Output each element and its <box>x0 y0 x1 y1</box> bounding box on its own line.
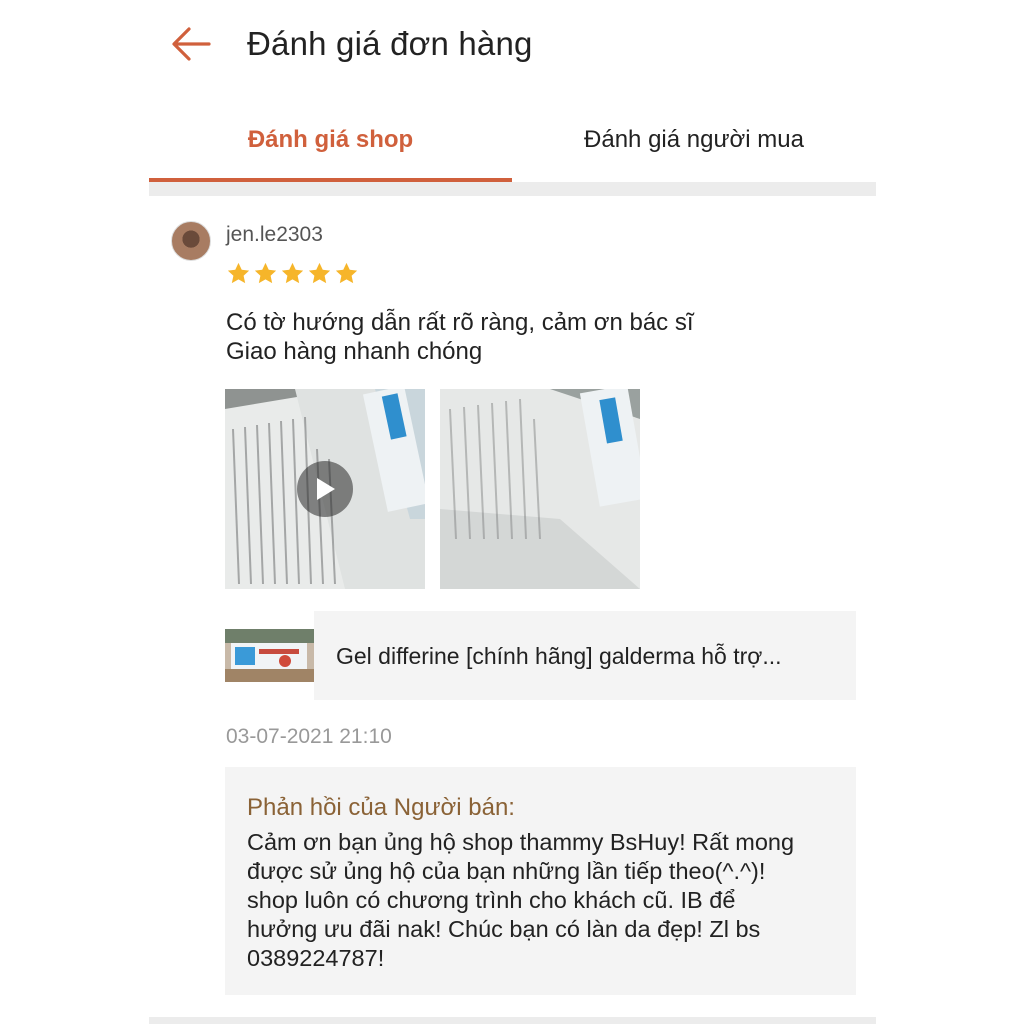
seller-reply-title: Phản hồi của Người bán: <box>247 794 515 821</box>
play-icon <box>317 478 335 500</box>
star-icon <box>308 262 331 284</box>
product-photo <box>225 629 314 682</box>
tab-shop-reviews[interactable]: Đánh giá shop <box>149 120 512 160</box>
reviewer-username: jen.le2303 <box>226 223 323 246</box>
seller-reply-line: shop luôn có chương trình cho khách cũ. … <box>247 887 736 913</box>
paper-photo <box>440 389 640 589</box>
tab-buyer-reviews[interactable]: Đánh giá người mua <box>512 120 876 160</box>
star-icon <box>227 262 250 284</box>
play-button[interactable] <box>297 461 353 517</box>
star-icon <box>335 262 358 284</box>
seller-reply-text: Cảm ơn bạn ủng hộ shop thammy BsHuy! Rất… <box>247 828 847 973</box>
review-image-thumbnail[interactable] <box>440 389 640 589</box>
seller-reply-line: Cảm ơn bạn ủng hộ shop thammy BsHuy! Rất… <box>247 829 795 855</box>
seller-reply-box: Phản hồi của Người bán: Cảm ơn bạn ủng h… <box>225 767 856 995</box>
product-thumbnail[interactable] <box>225 629 314 682</box>
section-divider <box>149 1017 876 1024</box>
product-link-card[interactable]: Gel differine [chính hãng] galderma hỗ t… <box>314 611 856 700</box>
avatar[interactable] <box>171 221 211 261</box>
back-button[interactable] <box>169 24 213 64</box>
review-comment-line: Giao hàng nhanh chóng <box>226 338 483 365</box>
review-comment-line: Có tờ hướng dẫn rất rõ ràng, cảm ơn bác … <box>226 309 694 336</box>
order-review-screen: Đánh giá đơn hàng Đánh giá shop Đánh giá… <box>149 0 876 1024</box>
seller-reply-line: hưởng ưu đãi nak! Chúc bạn có làn da đẹp… <box>247 916 761 942</box>
arrow-left-icon <box>172 27 211 61</box>
seller-reply-line: được sử ủng hộ của bạn những lần tiếp th… <box>247 858 766 884</box>
product-name: Gel differine [chính hãng] galderma hỗ t… <box>336 643 782 669</box>
star-icon <box>281 262 304 284</box>
star-icon <box>254 262 277 284</box>
review-video-thumbnail[interactable] <box>225 389 425 589</box>
section-divider <box>149 182 876 196</box>
review-comment: Có tờ hướng dẫn rất rõ ràng, cảm ơn bác … <box>226 308 694 366</box>
star-rating <box>226 261 359 287</box>
review-timestamp: 03-07-2021 21:10 <box>226 725 392 748</box>
seller-reply-line: 0389224787! <box>247 945 385 971</box>
page-title: Đánh giá đơn hàng <box>247 25 533 62</box>
